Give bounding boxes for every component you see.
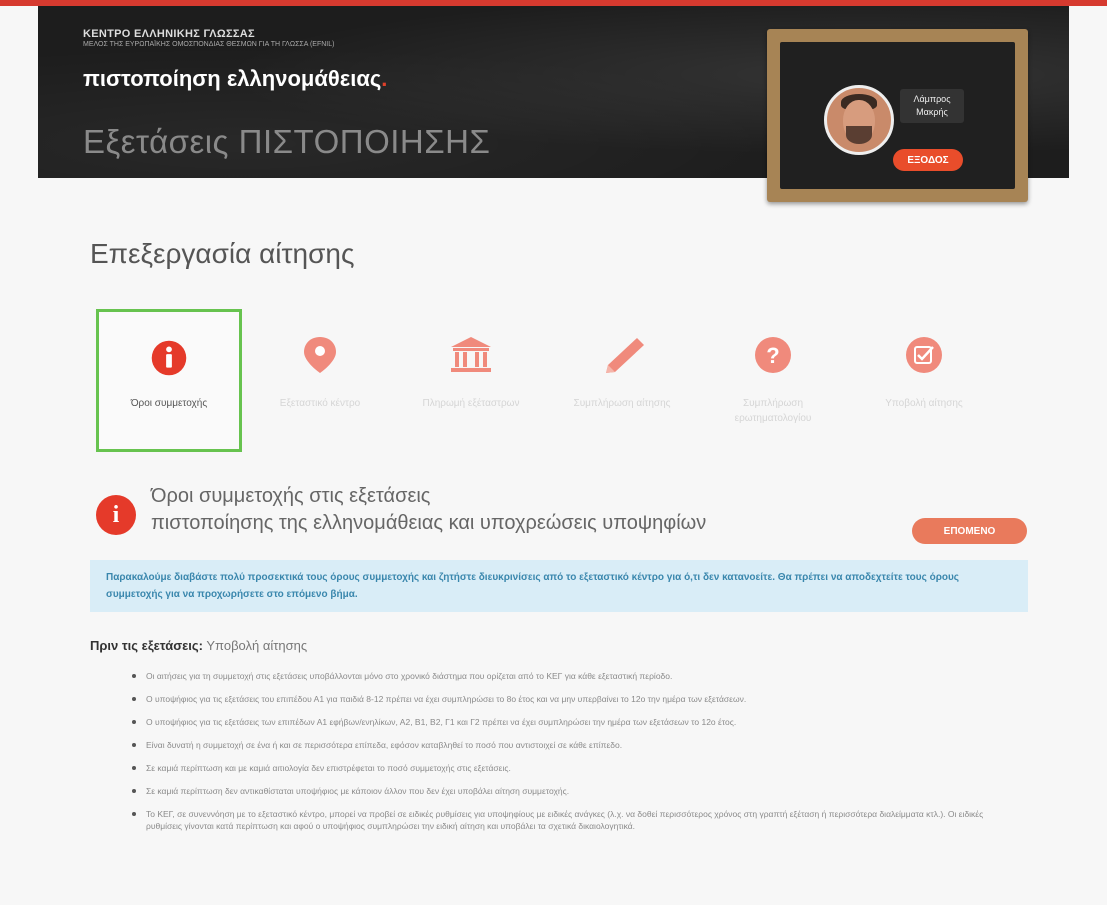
checkbox-icon bbox=[906, 337, 942, 373]
list-item: Το ΚΕΓ, σε συνεννόηση με το εξεταστικό κ… bbox=[132, 808, 992, 832]
list-item: Σε καμιά περίπτωση και με καμιά αιτιολογ… bbox=[132, 762, 992, 774]
list-item: Ο υποψήφιος για τις εξετάσεις του επιπέδ… bbox=[132, 693, 992, 705]
list-item: Ο υποψήφιος για τις εξετάσεις των επιπέδ… bbox=[132, 716, 992, 728]
step-label: Υποβολή αίτησης bbox=[885, 398, 963, 409]
step-label: Όροι συμμετοχής bbox=[130, 398, 208, 409]
before-exams-label: Πριν τις εξετάσεις: bbox=[90, 638, 203, 653]
before-exams-subtitle: Υποβολή αίτησης bbox=[206, 638, 308, 653]
avatar-beard bbox=[846, 126, 872, 144]
list-item: Σε καμιά περίπτωση δεν αντικαθίσταται υπ… bbox=[132, 785, 992, 797]
org-subtitle: ΜΕΛΟΣ ΤΗΣ ΕΥΡΩΠΑΪΚΗΣ ΟΜΟΣΠΟΝΔΙΑΣ ΘΕΣΜΩΝ … bbox=[83, 41, 335, 48]
step-payment[interactable]: Πληρωμή εξέταστρων bbox=[398, 309, 544, 452]
svg-text:?: ? bbox=[766, 343, 779, 368]
exam-title: Εξετάσεις ΠΙΣΤΟΠΟΙΗΣΗΣ bbox=[83, 123, 491, 160]
question-circle-icon: ? bbox=[755, 337, 791, 373]
user-name: Λάμπρος Μακρής bbox=[900, 89, 964, 123]
avatar[interactable] bbox=[824, 85, 894, 155]
step-label: Εξεταστικό κέντρο bbox=[279, 398, 361, 409]
step-questionnaire[interactable]: ? Συμπλήρωση ερωτηματολογίου bbox=[700, 309, 846, 452]
before-exams-heading: Πριν τις εξετάσεις: Υποβολή αίτησης bbox=[90, 638, 307, 653]
list-item: Είναι δυνατή η συμμετοχή σε ένα ή και σε… bbox=[132, 739, 992, 751]
step-terms[interactable]: Όροι συμμετοχής bbox=[96, 309, 242, 452]
next-button[interactable]: ΕΠΟΜΕΝΟ bbox=[912, 518, 1027, 544]
map-marker-icon bbox=[304, 337, 336, 373]
terms-title-line2: πιστοποίησης της ελληνομάθειας και υποχρ… bbox=[151, 512, 707, 534]
info-circle-icon bbox=[151, 340, 187, 376]
site-title-dot: . bbox=[381, 66, 388, 91]
terms-title-line1: Όροι συμμετοχής στις εξετάσεις bbox=[151, 485, 431, 507]
step-label: Πληρωμή εξέταστρων bbox=[422, 398, 520, 409]
step-application[interactable]: Συμπλήρωση αίτησης bbox=[549, 309, 695, 452]
user-panel-board: Λάμπρος Μακρής ΕΞΟΔΟΣ bbox=[780, 42, 1015, 189]
step-submit[interactable]: Υποβολή αίτησης bbox=[851, 309, 997, 452]
user-first-name: Λάμπρος bbox=[913, 94, 951, 104]
org-name: ΚΕΝΤΡΟ ΕΛΛΗΝΙΚΗΣ ΓΛΩΣΣΑΣ bbox=[83, 28, 255, 40]
list-item: Οι αιτήσεις για τη συμμετοχή στις εξετάσ… bbox=[132, 670, 992, 682]
pencil-icon bbox=[606, 338, 644, 373]
info-icon: i bbox=[96, 495, 136, 535]
site-title[interactable]: πιστοποίηση ελληνομάθειας. bbox=[83, 66, 387, 92]
site-title-text: πιστοποίηση ελληνομάθειας bbox=[83, 66, 382, 91]
user-last-name: Μακρής bbox=[916, 107, 948, 117]
user-panel: Λάμπρος Μακρής ΕΞΟΔΟΣ bbox=[767, 29, 1028, 202]
page-title: Επεξεργασία αίτησης bbox=[90, 238, 355, 269]
step-label: Συμπλήρωση ερωτηματολογίου bbox=[734, 398, 812, 424]
info-notice: Παρακαλούμε διαβάστε πολύ προσεκτικά του… bbox=[90, 560, 1028, 612]
bank-icon bbox=[451, 337, 491, 372]
logout-button[interactable]: ΕΞΟΔΟΣ bbox=[893, 149, 963, 171]
step-label: Συμπλήρωση αίτησης bbox=[573, 398, 671, 409]
step-exam-center[interactable]: Εξεταστικό κέντρο bbox=[247, 309, 393, 452]
rules-list: Οι αιτήσεις για τη συμμετοχή στις εξετάσ… bbox=[132, 670, 992, 843]
